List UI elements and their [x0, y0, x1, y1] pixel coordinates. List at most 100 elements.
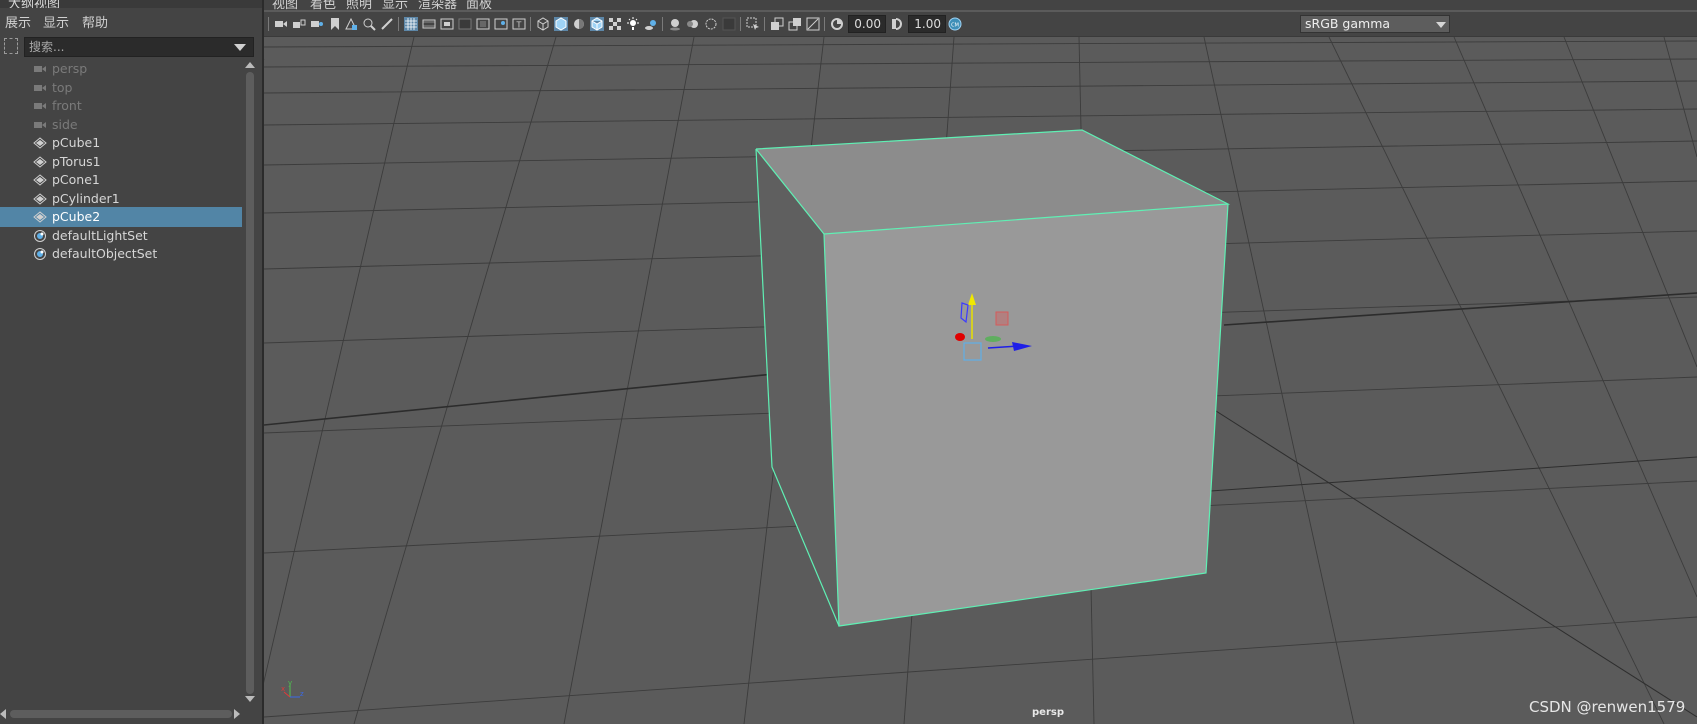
scroll-left-icon[interactable] — [0, 709, 6, 719]
menu-show-viewport[interactable]: 显示 — [382, 0, 408, 10]
outliner-item-label: defaultLightSet — [52, 227, 148, 243]
vertical-scrollbar[interactable] — [244, 62, 256, 702]
chevron-down-icon[interactable] — [1436, 22, 1446, 28]
menu-panels[interactable]: 面板 — [466, 0, 492, 10]
outliner-item[interactable]: defaultLightSet — [0, 226, 242, 246]
grid-icon[interactable] — [404, 17, 418, 31]
menu-show[interactable]: 显示 — [43, 12, 69, 31]
camera-name-label: persp — [1032, 707, 1064, 718]
safe-action-icon[interactable] — [494, 17, 508, 31]
xray-icon[interactable] — [608, 17, 622, 31]
outliner-item[interactable]: pCylinder1 — [0, 189, 242, 209]
viewport-menubar: 视图 着色 照明 显示 渲染器 面板 — [264, 0, 1697, 10]
scroll-up-icon[interactable] — [245, 62, 255, 68]
mesh-icon — [33, 155, 47, 168]
outliner-item[interactable]: persp — [0, 59, 242, 79]
svg-text:x: x — [281, 685, 285, 693]
outliner-item-label: pTorus1 — [52, 153, 101, 169]
menu-renderer[interactable]: 渲染器 — [418, 0, 457, 10]
2d-pan-zoom-icon[interactable] — [362, 17, 376, 31]
shadows-icon[interactable] — [644, 17, 658, 31]
smooth-shade-icon[interactable] — [554, 17, 568, 31]
camera-attributes-icon[interactable] — [310, 17, 324, 31]
toolbar-separator — [530, 17, 531, 31]
grid-line — [264, 108, 1697, 126]
grid-line — [563, 37, 695, 724]
outliner-title: 大纲视图 — [8, 0, 61, 8]
backface-culling-icon[interactable] — [806, 17, 820, 31]
maya-window: 大纲视图 展示 显示 帮助 persp top front side pCube1 pTo… — [0, 0, 1697, 724]
exposure-icon[interactable] — [830, 17, 844, 31]
outliner-item[interactable]: pCone1 — [0, 170, 242, 190]
outliner-menubar: 展示 显示 帮助 — [0, 10, 262, 31]
field-chart-icon[interactable] — [476, 17, 490, 31]
outliner-item[interactable]: pTorus1 — [0, 152, 242, 172]
toolbar-separator — [740, 17, 741, 31]
menu-view[interactable]: 视图 — [272, 0, 298, 10]
color-management-icon[interactable]: CM — [948, 17, 962, 31]
screen-space-ao-icon[interactable] — [668, 17, 682, 31]
grid-line — [264, 40, 1697, 48]
exposure-field[interactable]: 0.00 — [848, 15, 886, 33]
film-gate-icon[interactable] — [422, 17, 436, 31]
horizontal-scrollbar[interactable] — [0, 708, 244, 720]
menu-lighting[interactable]: 照明 — [346, 0, 372, 10]
chevron-down-icon[interactable] — [234, 44, 246, 51]
scroll-right-icon[interactable] — [234, 709, 240, 719]
outliner-item[interactable]: top — [0, 78, 242, 98]
mesh-icon — [33, 137, 47, 149]
default-material-icon[interactable] — [572, 17, 586, 31]
toolbar-separator — [398, 17, 399, 31]
outliner-item[interactable]: side — [0, 115, 242, 135]
horizontal-scroll-thumb[interactable] — [10, 710, 232, 718]
color-space-select[interactable]: sRGB gamma — [1300, 15, 1450, 33]
select-camera-icon[interactable] — [274, 17, 288, 31]
xray-joints-icon[interactable] — [770, 17, 784, 31]
grid-line — [1663, 37, 1697, 158]
x-axis-handle[interactable] — [955, 333, 965, 341]
viewport-toolbar: T 0.00 1.00 CM sRGB gamma — [264, 12, 1697, 37]
3d-viewport-canvas[interactable] — [264, 37, 1697, 724]
depth-of-field-icon[interactable] — [722, 17, 736, 31]
xray-active-components-icon[interactable] — [788, 17, 802, 31]
motion-blur-icon[interactable] — [686, 17, 700, 31]
grid-line — [264, 37, 415, 684]
resolution-gate-icon[interactable] — [440, 17, 454, 31]
toolbar-separator — [662, 17, 663, 31]
outliner-panel: 大纲视图 展示 显示 帮助 persp top front side pCube1 pTo… — [0, 0, 264, 724]
grid-line — [1563, 37, 1697, 368]
menu-shading[interactable]: 着色 — [310, 0, 336, 10]
gamma-icon[interactable] — [890, 17, 904, 31]
grid-line — [1453, 37, 1697, 598]
safe-title-icon[interactable]: T — [512, 17, 526, 31]
menu-display[interactable]: 展示 — [5, 12, 31, 31]
menu-help[interactable]: 帮助 — [82, 12, 108, 31]
gate-mask-icon[interactable] — [458, 17, 472, 31]
outliner-item[interactable]: defaultObjectSet — [0, 244, 242, 264]
scroll-down-icon[interactable] — [245, 696, 255, 702]
grid-line — [1193, 396, 1697, 718]
wireframe-on-shaded-icon[interactable] — [590, 17, 604, 31]
image-plane-icon[interactable] — [344, 17, 358, 31]
outliner-item-label: side — [52, 116, 78, 132]
outliner-item[interactable]: pCube2 — [0, 207, 242, 227]
outliner-item[interactable]: pCube1 — [0, 133, 242, 153]
filter-icon[interactable] — [4, 38, 18, 54]
search-input[interactable] — [24, 37, 254, 57]
wireframe-icon[interactable] — [536, 17, 550, 31]
lock-camera-icon[interactable] — [292, 17, 306, 31]
isolate-select-icon[interactable] — [746, 17, 760, 31]
gamma-field[interactable]: 1.00 — [908, 15, 946, 33]
camera-icon — [34, 103, 46, 109]
toolbar-separator — [764, 17, 765, 31]
use-all-lights-icon[interactable] — [626, 17, 640, 31]
grease-pencil-icon[interactable] — [380, 17, 394, 31]
plane-handle-xz[interactable] — [985, 336, 1001, 342]
selected-cube-pcube2[interactable] — [755, 129, 1231, 627]
outliner-item[interactable]: front — [0, 96, 242, 116]
anti-aliasing-icon[interactable] — [704, 17, 718, 31]
vertical-scroll-thumb[interactable] — [246, 72, 254, 694]
plane-handle-xy[interactable] — [995, 311, 1009, 326]
outliner-item-label: front — [52, 98, 82, 113]
bookmark-icon[interactable] — [328, 17, 342, 31]
